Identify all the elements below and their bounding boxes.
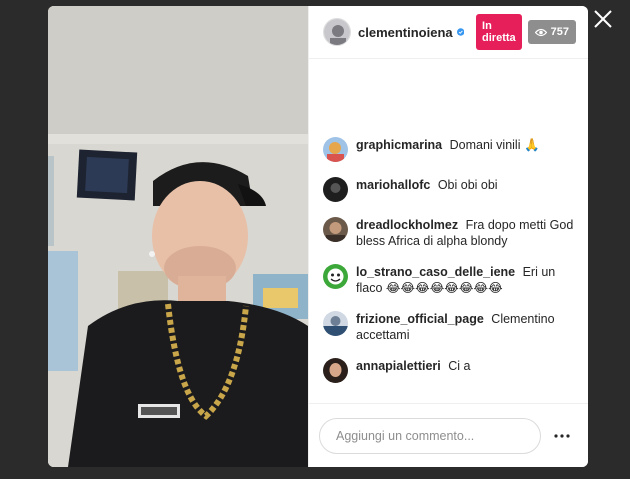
comment-item: frizione_official_page Clementino accett… (323, 311, 574, 343)
viewer-count: 757 (550, 26, 569, 38)
host-avatar[interactable] (323, 18, 351, 46)
comment-item: graphicmarina Domani vinili 🙏 (323, 137, 574, 162)
avatar[interactable] (323, 137, 348, 162)
comment-body: graphicmarina Domani vinili 🙏 (356, 137, 540, 153)
comment-item: dreadlockholmez Fra dopo metti God bless… (323, 217, 574, 249)
comment-body: frizione_official_page Clementino accett… (356, 311, 574, 343)
comment-username[interactable]: mariohallofc (356, 178, 430, 192)
comment-body: mariohallofc Obi obi obi (356, 177, 498, 193)
comment-input[interactable] (319, 417, 541, 454)
host-username[interactable]: clementinoiena (358, 25, 453, 40)
comment-username[interactable]: graphicmarina (356, 138, 442, 152)
comment-body: dreadlockholmez Fra dopo metti God bless… (356, 217, 574, 249)
live-side-panel: clementinoiena In diretta 757 graphicmar… (308, 6, 588, 467)
avatar[interactable] (323, 311, 348, 336)
live-video[interactable] (48, 6, 308, 467)
avatar[interactable] (323, 217, 348, 242)
comment-list[interactable]: graphicmarina Domani vinili 🙏 mariohallo… (309, 59, 588, 403)
avatar[interactable] (323, 177, 348, 202)
close-button[interactable] (592, 8, 614, 30)
comment-text: Obi obi obi (437, 178, 498, 192)
live-badge: In diretta (476, 14, 522, 50)
avatar[interactable] (323, 358, 348, 383)
comment-username[interactable]: dreadlockholmez (356, 218, 458, 232)
avatar[interactable] (323, 264, 348, 289)
comment-item: lo_strano_caso_delle_iene Eri un flaco 😂… (323, 264, 574, 296)
close-icon (594, 10, 612, 28)
eye-icon (534, 28, 547, 36)
viewer-count-badge: 757 (527, 20, 576, 44)
comment-body: lo_strano_caso_delle_iene Eri un flaco 😂… (356, 264, 574, 296)
comment-username[interactable]: lo_strano_caso_delle_iene (356, 265, 515, 279)
live-modal: clementinoiena In diretta 757 graphicmar… (48, 6, 588, 467)
comment-item: mariohallofc Obi obi obi (323, 177, 574, 202)
comment-body: annapialettieri Ci a (356, 358, 470, 374)
comment-username[interactable]: frizione_official_page (356, 312, 484, 326)
comment-text: Ci a (448, 359, 471, 373)
video-frame (48, 6, 308, 467)
live-header: clementinoiena In diretta 757 (309, 6, 588, 59)
comment-item: annapialettieri Ci a (323, 358, 574, 383)
comment-username[interactable]: annapialettieri (356, 359, 441, 373)
comment-text: Domani vinili 🙏 (449, 138, 540, 152)
more-options-button[interactable] (553, 427, 571, 445)
verified-icon (456, 28, 465, 36)
more-options-icon (554, 433, 570, 438)
comment-bar (309, 403, 588, 467)
